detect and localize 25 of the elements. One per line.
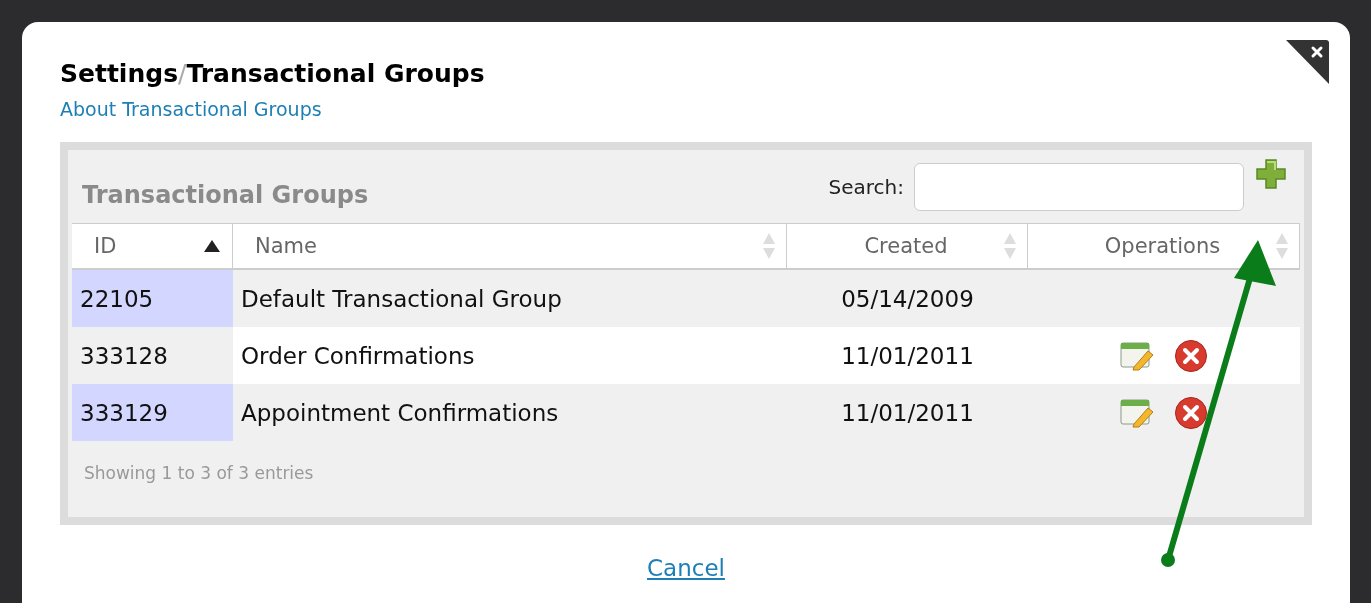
cancel-link[interactable]: Cancel xyxy=(647,555,725,581)
table-cell: 333129 xyxy=(72,384,233,441)
edit-icon[interactable] xyxy=(1120,340,1154,371)
table-cell-text: Order Confirmations xyxy=(240,341,476,371)
table-cell-text: Appointment Confirmations xyxy=(240,398,560,428)
column-header[interactable]: Created xyxy=(787,223,1028,270)
about-link[interactable]: About Transactional Groups xyxy=(60,98,322,120)
table-cell-text: 05/14/2009 xyxy=(840,284,975,314)
search-field[interactable] xyxy=(914,162,1244,211)
table-cell: 22105 xyxy=(72,270,233,327)
table-title: Transactional Groups xyxy=(81,179,369,209)
edit-icon[interactable] xyxy=(1120,397,1154,428)
dialog-title: Settings/Transactional Groups xyxy=(60,58,485,90)
column-header[interactable]: Operations xyxy=(1028,223,1300,270)
entries-info: Showing 1 to 3 of 3 entries xyxy=(83,462,315,483)
delete-icon[interactable] xyxy=(1174,338,1208,373)
search-label: Search: xyxy=(828,174,904,199)
column-header[interactable]: Name xyxy=(233,223,787,270)
table-cell-text: 11/01/2011 xyxy=(840,341,975,371)
table-cell-text: 11/01/2011 xyxy=(840,398,975,428)
table-cell-text: Default Transactional Group xyxy=(240,284,563,314)
table-cell: 333128 xyxy=(72,327,233,384)
column-header[interactable]: ID xyxy=(72,223,233,270)
delete-icon[interactable] xyxy=(1174,395,1208,430)
add-icon[interactable] xyxy=(1254,156,1288,191)
